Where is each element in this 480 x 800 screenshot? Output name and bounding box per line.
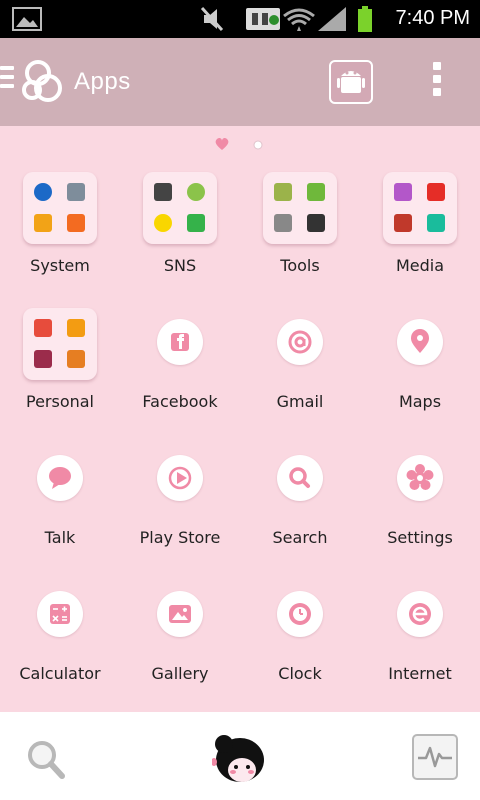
clock-icon — [289, 603, 311, 625]
calculator-icon — [50, 604, 70, 624]
app-bar: Apps — [0, 38, 480, 126]
go-logo-icon[interactable] — [20, 58, 70, 104]
wifi-icon — [283, 8, 315, 31]
app-label: Clock — [278, 664, 322, 683]
folder-system[interactable]: System — [0, 160, 120, 296]
app-gmail[interactable]: Gmail — [240, 296, 360, 432]
at-sign-icon — [288, 330, 312, 354]
folder-icon — [143, 172, 217, 244]
map-pin-icon — [411, 329, 429, 353]
status-bar: 7:40 PM — [0, 0, 480, 38]
app-label: Personal — [25, 392, 94, 411]
app-label: Gallery — [151, 664, 209, 683]
app-label: Talk — [44, 528, 76, 547]
app-facebook[interactable]: Facebook — [120, 296, 240, 432]
app-label: SNS — [163, 256, 197, 275]
signal-icon — [318, 7, 346, 31]
folder-personal[interactable]: Personal — [0, 296, 120, 432]
page-indicator — [215, 137, 263, 150]
dock — [0, 712, 480, 800]
folder-icon — [263, 172, 337, 244]
pulse-icon — [418, 746, 452, 768]
app-talk[interactable]: Talk — [0, 432, 120, 568]
status-clock: 7:40 PM — [395, 7, 470, 29]
page-dot-current — [215, 137, 229, 150]
browser-e-icon — [409, 603, 431, 625]
app-internet[interactable]: Internet — [360, 568, 480, 704]
app-label: Maps — [398, 392, 442, 411]
app-gallery[interactable]: Gallery — [120, 568, 240, 704]
usb-debug-icon — [246, 8, 280, 30]
app-label: Gmail — [276, 392, 324, 411]
picture-notification-icon — [12, 7, 42, 31]
app-label: Search — [272, 528, 328, 547]
app-label: Facebook — [142, 392, 218, 411]
folder-sns[interactable]: SNS — [120, 160, 240, 296]
android-theme-icon — [337, 71, 365, 93]
folder-tools[interactable]: Tools — [240, 160, 360, 296]
app-label: Play Store — [139, 528, 221, 547]
status-icons — [200, 6, 372, 32]
page-dot — [253, 140, 263, 150]
flower-gear-icon — [406, 464, 434, 490]
menu-icon[interactable] — [0, 66, 16, 94]
overflow-menu-icon[interactable] — [430, 62, 444, 102]
app-search[interactable]: Search — [240, 432, 360, 568]
search-icon — [289, 467, 310, 488]
search-icon[interactable] — [24, 736, 68, 784]
android-theme-button[interactable] — [329, 60, 373, 104]
app-label: Internet — [388, 664, 452, 683]
app-label: Settings — [387, 528, 453, 547]
app-calculator[interactable]: Calculator — [0, 568, 120, 704]
mascot-icon[interactable] — [212, 730, 268, 790]
play-store-icon — [168, 466, 192, 490]
app-settings[interactable]: Settings — [360, 432, 480, 568]
battery-icon — [358, 6, 372, 32]
chat-bubble-icon — [49, 467, 71, 489]
pulse-button[interactable] — [412, 734, 458, 780]
mute-icon — [200, 6, 224, 32]
app-label: Media — [395, 256, 445, 275]
page-title: Apps — [74, 68, 131, 95]
picture-icon — [169, 605, 191, 623]
folder-icon — [23, 172, 97, 244]
folder-media[interactable]: Media — [360, 160, 480, 296]
app-play-store[interactable]: Play Store — [120, 432, 240, 568]
facebook-icon — [171, 333, 189, 351]
app-clock[interactable]: Clock — [240, 568, 360, 704]
app-label: Tools — [280, 256, 320, 275]
app-label: System — [30, 256, 90, 275]
folder-icon — [23, 308, 97, 380]
folder-icon — [383, 172, 457, 244]
app-label: Calculator — [19, 664, 101, 683]
app-maps[interactable]: Maps — [360, 296, 480, 432]
